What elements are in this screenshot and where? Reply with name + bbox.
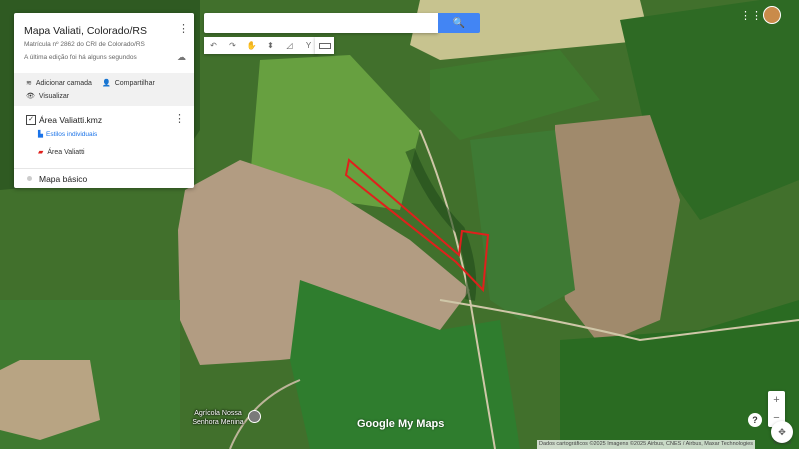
google-my-maps-logo: Google My Maps bbox=[357, 418, 445, 430]
base-map-icon bbox=[27, 176, 32, 181]
feature-item[interactable]: ▰ Área Valiatti bbox=[38, 148, 85, 157]
ruler-icon[interactable] bbox=[315, 37, 334, 54]
layer-style-link[interactable]: ▙ Estilos individuais bbox=[38, 130, 97, 139]
search-button[interactable]: 🔍 bbox=[438, 13, 480, 33]
compass-icon[interactable]: ✥ bbox=[771, 421, 793, 443]
field-plowed bbox=[555, 115, 680, 345]
redo-icon[interactable]: ↷ bbox=[223, 37, 242, 54]
add-person-icon: 👤 bbox=[102, 80, 111, 87]
map-description[interactable]: Matrícula nº 2862 do CRI de Colorado/RS bbox=[24, 41, 145, 48]
zoom-in-button[interactable]: + bbox=[768, 391, 785, 409]
cloud-saved-icon: ☁ bbox=[177, 52, 186, 62]
place-label[interactable]: Agrícola Nossa Senhora Menina bbox=[188, 409, 248, 427]
paint-roller-icon: ▙ bbox=[38, 131, 43, 138]
preview-button[interactable]: 👁 Visualizar bbox=[26, 92, 69, 101]
layer-checkbox[interactable]: ✓ bbox=[26, 115, 36, 125]
map-title[interactable]: Mapa Valiati, Colorado/RS bbox=[24, 25, 147, 37]
more-options-icon[interactable]: ⋮ bbox=[178, 22, 189, 36]
help-button[interactable]: ? bbox=[748, 413, 762, 427]
eye-icon: 👁 bbox=[26, 93, 35, 100]
base-map-label: Mapa básico bbox=[39, 174, 88, 184]
marker-icon[interactable]: ⬍ bbox=[261, 37, 280, 54]
map-legend-panel: Mapa Valiati, Colorado/RS ⋮ Matrícula nº… bbox=[14, 13, 194, 188]
panel-actions: ≋ Adicionar camada 👤 Compartilhar 👁 Visu… bbox=[14, 73, 194, 106]
search-icon: 🔍 bbox=[452, 17, 466, 29]
search-input[interactable] bbox=[204, 13, 438, 33]
share-button[interactable]: 👤 Compartilhar bbox=[102, 79, 155, 88]
layer-options-icon[interactable]: ⋮ bbox=[174, 112, 185, 125]
polygon-icon[interactable]: ◿ bbox=[280, 37, 299, 54]
map-toolbar: ↶ ↷ ✋ ⬍ ◿ Y bbox=[204, 37, 318, 54]
layers-icon: ≋ bbox=[26, 80, 32, 87]
add-layer-button[interactable]: ≋ Adicionar camada bbox=[26, 79, 92, 88]
hand-icon[interactable]: ✋ bbox=[242, 37, 261, 54]
undo-icon[interactable]: ↶ bbox=[204, 37, 223, 54]
base-map-toggle[interactable]: Mapa básico bbox=[14, 168, 194, 189]
polygon-feature-icon: ▰ bbox=[38, 149, 44, 156]
layer-item: ✓ Área Valiatti.kmz ⋮ ▙ Estilos individu… bbox=[14, 108, 194, 168]
map-attribution: Dados cartográficos ©2025 Imagens ©2025 … bbox=[537, 440, 756, 449]
ruler-shape bbox=[318, 42, 331, 49]
place-marker-icon[interactable] bbox=[248, 410, 261, 423]
avatar[interactable] bbox=[763, 6, 781, 24]
last-edit-text: A última edição foi há alguns segundos bbox=[24, 54, 137, 61]
layer-name[interactable]: Área Valiatti.kmz bbox=[39, 115, 102, 125]
